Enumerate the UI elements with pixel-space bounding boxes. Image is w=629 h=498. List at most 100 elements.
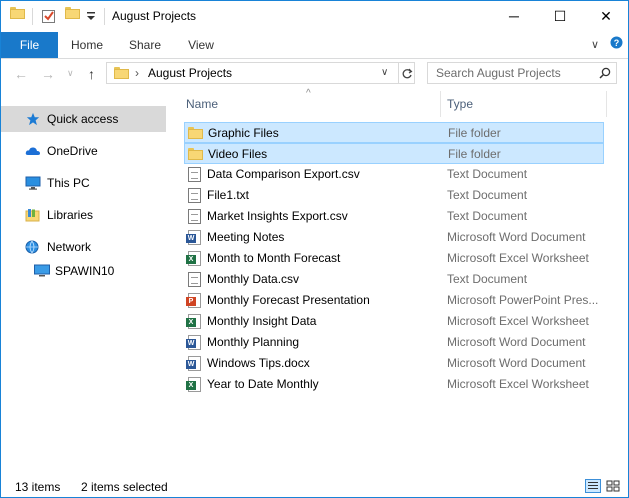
- folder-icon[interactable]: [10, 7, 25, 27]
- file-row[interactable]: W Monthly Planning Microsoft Word Document: [184, 332, 604, 353]
- file-row[interactable]: Monthly Data.csv Text Document: [184, 269, 604, 290]
- file-name: Month to Month Forecast: [207, 251, 341, 265]
- column-divider[interactable]: [606, 91, 607, 117]
- breadcrumb-separator[interactable]: ›: [135, 66, 139, 80]
- ribbon-expand-icon[interactable]: ∨: [591, 38, 599, 51]
- file-name: Video Files: [208, 147, 268, 161]
- search-icon[interactable]: [599, 67, 611, 79]
- sidebar-item-label: OneDrive: [47, 144, 98, 158]
- sidebar-item-libraries[interactable]: Libraries: [1, 202, 166, 228]
- monitor-icon: [34, 264, 50, 277]
- excel-worksheet-icon: X: [186, 314, 201, 329]
- word-document-icon: W: [186, 356, 201, 371]
- file-row[interactable]: X Month to Month Forecast Microsoft Excel …: [184, 248, 604, 269]
- powerpoint-icon: P: [186, 293, 201, 308]
- details-view-button[interactable]: [585, 479, 601, 493]
- file-row[interactable]: Video Files File folder: [184, 143, 604, 164]
- sidebar-item-onedrive[interactable]: OneDrive: [1, 138, 166, 164]
- file-list: ^ Name Type Graphic Files File folder Vide…: [176, 88, 616, 474]
- excel-worksheet-icon: X: [186, 377, 201, 392]
- sidebar-item-this-pc[interactable]: This PC: [1, 170, 166, 196]
- text-document-icon: [188, 272, 201, 287]
- network-icon: [25, 240, 39, 254]
- qat-divider: [32, 8, 33, 25]
- file-name: Monthly Insight Data: [207, 314, 317, 328]
- recent-locations-button[interactable]: ∨: [67, 68, 74, 79]
- file-name: Market Insights Export.csv: [207, 209, 348, 223]
- file-row[interactable]: X Monthly Insight Data Microsoft Excel Wor…: [184, 311, 604, 332]
- sidebar-item-quick-access[interactable]: Quick access: [1, 106, 166, 132]
- title-divider: [104, 8, 105, 25]
- large-icons-view-button[interactable]: [605, 479, 621, 493]
- sidebar-item-network[interactable]: Network: [1, 234, 166, 260]
- file-type: Microsoft PowerPoint Pres...: [447, 293, 599, 307]
- maximize-button[interactable]: ☐: [537, 1, 583, 32]
- star-icon: [26, 112, 40, 126]
- file-name: Meeting Notes: [207, 230, 285, 244]
- libraries-icon: [25, 209, 40, 222]
- back-button[interactable]: ←: [14, 66, 28, 82]
- sidebar-item-spawin10[interactable]: SPAWIN10: [1, 258, 166, 284]
- text-document-icon: [188, 167, 201, 182]
- file-type: Microsoft Word Document: [447, 335, 586, 349]
- address-location[interactable]: August Projects: [148, 66, 232, 80]
- file-row[interactable]: Data Comparison Export.csv Text Document: [184, 164, 604, 185]
- file-row[interactable]: W Meeting Notes Microsoft Word Document: [184, 227, 604, 248]
- file-name: Data Comparison Export.csv: [207, 167, 360, 181]
- file-type: Microsoft Excel Worksheet: [447, 314, 589, 328]
- sidebar-item-label: Libraries: [47, 208, 94, 222]
- refresh-button[interactable]: [399, 62, 415, 84]
- file-row[interactable]: File1.txt Text Document: [184, 185, 604, 206]
- up-button[interactable]: ↑: [88, 66, 95, 82]
- word-document-icon: W: [186, 335, 201, 350]
- file-row[interactable]: Graphic Files File folder: [184, 122, 604, 143]
- sidebar-item-label: This PC: [47, 176, 90, 190]
- file-type: Microsoft Excel Worksheet: [447, 377, 589, 391]
- large-icons-view-icon: [606, 480, 620, 492]
- folder-icon: [188, 148, 203, 160]
- search-box[interactable]: [427, 62, 617, 84]
- tab-view[interactable]: View: [179, 32, 223, 58]
- file-name: Windows Tips.docx: [207, 356, 310, 370]
- column-divider[interactable]: [440, 91, 441, 117]
- item-count: 13 items: [15, 480, 61, 494]
- tab-home[interactable]: Home: [64, 32, 110, 58]
- customize-qat-icon[interactable]: [86, 7, 96, 27]
- sidebar-item-label: Quick access: [47, 112, 119, 126]
- search-input[interactable]: [436, 65, 596, 81]
- file-type: Text Document: [447, 272, 528, 286]
- column-header-type[interactable]: Type: [447, 97, 473, 111]
- file-type: File folder: [448, 147, 501, 161]
- folder-icon: [188, 127, 203, 139]
- tab-file[interactable]: File: [1, 32, 58, 58]
- ribbon-tabs: File Home Share View ∨ ?: [1, 32, 628, 59]
- new-folder-icon[interactable]: [65, 7, 80, 27]
- file-name: Monthly Data.csv: [207, 272, 300, 286]
- file-row[interactable]: Market Insights Export.csv Text Document: [184, 206, 604, 227]
- tab-share[interactable]: Share: [121, 32, 169, 58]
- location-folder-icon: [114, 67, 129, 82]
- file-type: Text Document: [447, 167, 528, 181]
- properties-icon[interactable]: [41, 8, 57, 28]
- file-name: File1.txt: [207, 188, 250, 202]
- address-bar[interactable]: › August Projects ∨: [106, 62, 399, 84]
- word-document-icon: W: [186, 230, 201, 245]
- status-bar: 13 items 2 items selected: [1, 475, 628, 497]
- file-type: File folder: [448, 126, 501, 140]
- sort-ascending-icon: ^: [306, 88, 311, 99]
- help-icon[interactable]: ?: [610, 36, 623, 52]
- file-row[interactable]: X Year to Date Monthly Microsoft Excel Wor…: [184, 374, 604, 395]
- file-row[interactable]: P Monthly Forecast Presentation Microsoft …: [184, 290, 604, 311]
- details-view-icon: [588, 482, 598, 489]
- file-name: Year to Date Monthly: [207, 377, 319, 391]
- window-title: August Projects: [112, 9, 197, 23]
- column-header-name[interactable]: Name: [186, 97, 218, 111]
- minimize-button[interactable]: ─: [491, 1, 537, 32]
- file-row[interactable]: W Windows Tips.docx Microsoft Word Documen…: [184, 353, 604, 374]
- file-type: Microsoft Word Document: [447, 356, 586, 370]
- excel-worksheet-icon: X: [186, 251, 201, 266]
- file-type: Microsoft Word Document: [447, 230, 586, 244]
- address-history-icon[interactable]: ∨: [381, 67, 388, 78]
- close-button[interactable]: ✕: [583, 1, 629, 32]
- forward-button[interactable]: →: [41, 66, 55, 82]
